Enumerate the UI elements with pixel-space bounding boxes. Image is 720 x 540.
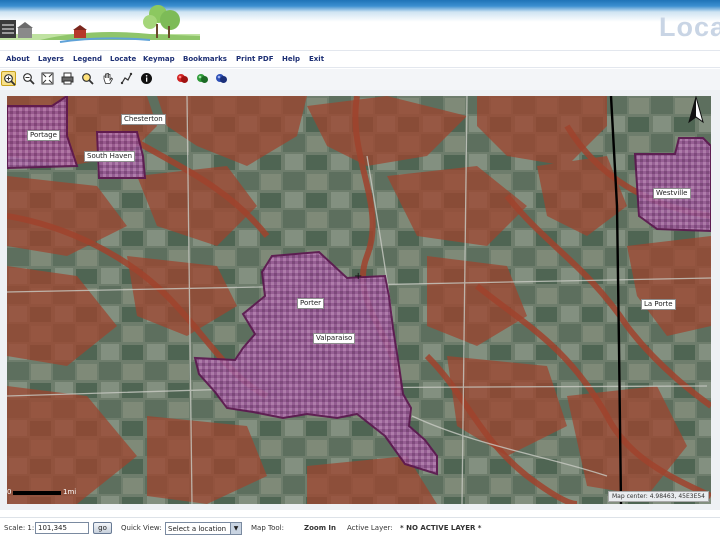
- map-label-westville: Westville: [653, 188, 691, 199]
- chevron-down-icon: ▼: [230, 523, 241, 534]
- identify-icon: [141, 73, 152, 84]
- quick-view-select[interactable]: Select a location ▼: [165, 522, 242, 535]
- print-tool[interactable]: [60, 71, 75, 86]
- pan-tool[interactable]: [100, 71, 115, 86]
- zoom-to-selection-tool[interactable]: [80, 71, 95, 86]
- quick-view-label: Quick View:: [121, 524, 162, 532]
- select-features-blue-tool[interactable]: [214, 71, 229, 86]
- menu-item-help[interactable]: Help: [282, 55, 300, 63]
- zoom-to-selection-icon: [82, 73, 94, 85]
- scale-bar-graphic: [13, 491, 61, 495]
- select-features-green-tool[interactable]: [195, 71, 210, 86]
- select-blue-icon: [216, 74, 227, 83]
- menu-item-print-pdf[interactable]: Print PDF: [236, 55, 273, 63]
- zoom-out-icon: [23, 73, 35, 85]
- select-green-icon: [197, 74, 208, 83]
- zoom-in-tool[interactable]: [1, 71, 16, 86]
- map-canvas[interactable]: Chesterton Portage South Haven Westville…: [7, 96, 711, 504]
- menu-item-layers[interactable]: Layers: [38, 55, 64, 63]
- scale-input[interactable]: 101,345: [35, 522, 89, 534]
- main-menu-bar: About Layers Legend Locate Keymap Bookma…: [0, 50, 720, 68]
- active-layer-label: Active Layer:: [347, 524, 393, 532]
- clear-selection-tool[interactable]: [175, 71, 190, 86]
- map-label-porter: Porter: [297, 298, 325, 309]
- map-toolbar: [0, 69, 720, 90]
- status-bar: Scale: 1: 101,345 go Quick View: Select …: [0, 517, 720, 540]
- measure-icon: [120, 72, 133, 85]
- map-label-valparaiso: Valparaiso: [313, 333, 356, 344]
- north-arrow-icon: [688, 96, 704, 124]
- scale-bar-end-label: 1mi: [63, 488, 77, 496]
- quick-view-selected-value: Select a location: [168, 525, 227, 533]
- app-header: Loca: [0, 0, 720, 50]
- map-label-chesterton: Chesterton: [121, 114, 166, 125]
- map-label-south-haven: South Haven: [84, 151, 136, 162]
- app-logo-text: Loca: [658, 12, 720, 42]
- print-icon: [61, 72, 74, 85]
- measure-tool[interactable]: [119, 71, 134, 86]
- active-layer-value: * NO ACTIVE LAYER *: [400, 524, 482, 532]
- map-tool-value: Zoom In: [304, 524, 337, 532]
- zoom-out-tool[interactable]: [21, 71, 36, 86]
- scale-bar: 0 1mi: [7, 488, 77, 498]
- scale-label: Scale: 1:: [4, 524, 35, 532]
- menu-item-about[interactable]: About: [6, 55, 30, 63]
- map-center-readout: Map center: 4.98463, 45E3E54: [608, 491, 709, 502]
- full-extent-icon: [41, 72, 54, 85]
- go-button[interactable]: go: [93, 522, 112, 534]
- scale-bar-start-label: 0: [7, 488, 12, 496]
- menu-item-legend[interactable]: Legend: [73, 55, 102, 63]
- map-label-la-porte: La Porte: [641, 299, 676, 310]
- map-frame: Chesterton Portage South Haven Westville…: [0, 90, 720, 510]
- menu-item-bookmarks[interactable]: Bookmarks: [183, 55, 227, 63]
- menu-item-keymap[interactable]: Keymap: [143, 55, 175, 63]
- menu-item-locate[interactable]: Locate: [110, 55, 136, 63]
- crosshair-marker-icon: +: [354, 271, 363, 282]
- map-tool-label: Map Tool:: [251, 524, 284, 532]
- map-label-portage: Portage: [27, 130, 60, 141]
- clear-selection-red-icon: [177, 74, 188, 83]
- identify-tool[interactable]: [139, 71, 154, 86]
- full-extent-tool[interactable]: [40, 71, 55, 86]
- pan-hand-icon: [103, 73, 113, 84]
- logo-landscape-image: [0, 5, 200, 43]
- zoom-in-icon: [4, 74, 16, 86]
- menu-item-exit[interactable]: Exit: [309, 55, 324, 63]
